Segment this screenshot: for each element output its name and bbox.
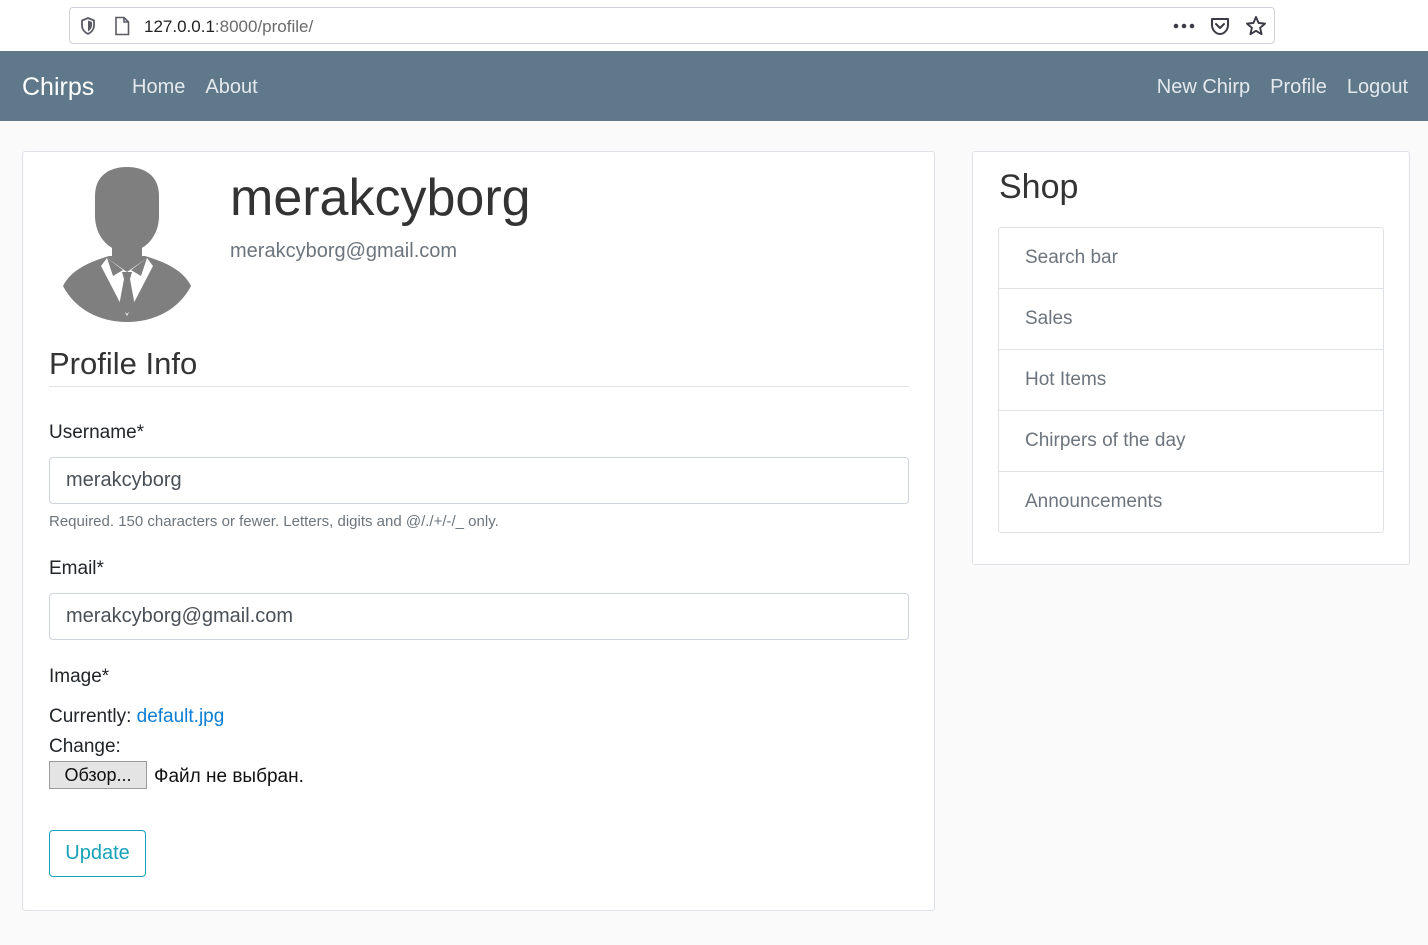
email-input[interactable] xyxy=(49,593,909,640)
current-image-link[interactable]: default.jpg xyxy=(137,706,225,727)
image-label: Image* xyxy=(49,666,110,687)
shop-item-sales[interactable]: Sales xyxy=(999,289,1383,350)
shop-item-search-bar[interactable]: Search bar xyxy=(999,228,1383,289)
email-label: Email* xyxy=(49,558,104,579)
shield-icon[interactable] xyxy=(80,17,96,35)
page-icon xyxy=(115,16,130,36)
nav-logout[interactable]: Logout xyxy=(1347,76,1408,99)
url-text[interactable]: 127.0.0.1:8000/profile/ xyxy=(144,17,313,37)
nav-home[interactable]: Home xyxy=(132,76,185,99)
nav-profile[interactable]: Profile xyxy=(1270,76,1327,99)
profile-username: merakcyborg xyxy=(230,169,531,227)
url-host: 127.0.0.1 xyxy=(144,17,215,36)
profile-card: merakcyborg merakcyborg@gmail.com Profil… xyxy=(22,151,935,911)
file-status: Файл не выбран. xyxy=(154,766,304,787)
avatar xyxy=(63,167,191,322)
pocket-icon[interactable] xyxy=(1208,14,1232,38)
top-navbar: Chirps Home About New Chirp Profile Logo… xyxy=(0,51,1428,121)
username-help-text: Required. 150 characters or fewer. Lette… xyxy=(49,513,499,530)
browser-toolbar: 127.0.0.1:8000/profile/ xyxy=(0,0,1428,51)
brand-link[interactable]: Chirps xyxy=(22,73,94,102)
current-image: Currently: default.jpg xyxy=(49,706,224,728)
username-label: Username* xyxy=(49,422,145,443)
username-input[interactable] xyxy=(49,457,909,504)
star-icon[interactable] xyxy=(1244,14,1268,38)
shop-item-hot-items[interactable]: Hot Items xyxy=(999,350,1383,411)
section-divider xyxy=(49,386,909,387)
shop-item-announcements[interactable]: Announcements xyxy=(999,472,1383,532)
address-bar[interactable]: 127.0.0.1:8000/profile/ xyxy=(69,7,1275,44)
more-icon[interactable] xyxy=(1172,14,1196,38)
shop-list: Search bar Sales Hot Items Chirpers of t… xyxy=(998,227,1384,533)
update-button[interactable]: Update xyxy=(49,830,146,877)
shop-card: Shop Search bar Sales Hot Items Chirpers… xyxy=(972,151,1410,565)
section-title: Profile Info xyxy=(49,346,198,381)
nav-about[interactable]: About xyxy=(205,76,257,99)
change-label: Change: xyxy=(49,736,121,757)
url-path: :8000/profile/ xyxy=(214,17,314,36)
nav-new-chirp[interactable]: New Chirp xyxy=(1157,76,1250,99)
currently-label: Currently: xyxy=(49,706,132,727)
shop-item-chirpers-of-the-day[interactable]: Chirpers of the day xyxy=(999,411,1383,472)
browse-button[interactable]: Обзор... xyxy=(49,761,147,789)
shop-title: Shop xyxy=(999,168,1079,206)
profile-email: merakcyborg@gmail.com xyxy=(230,240,458,262)
